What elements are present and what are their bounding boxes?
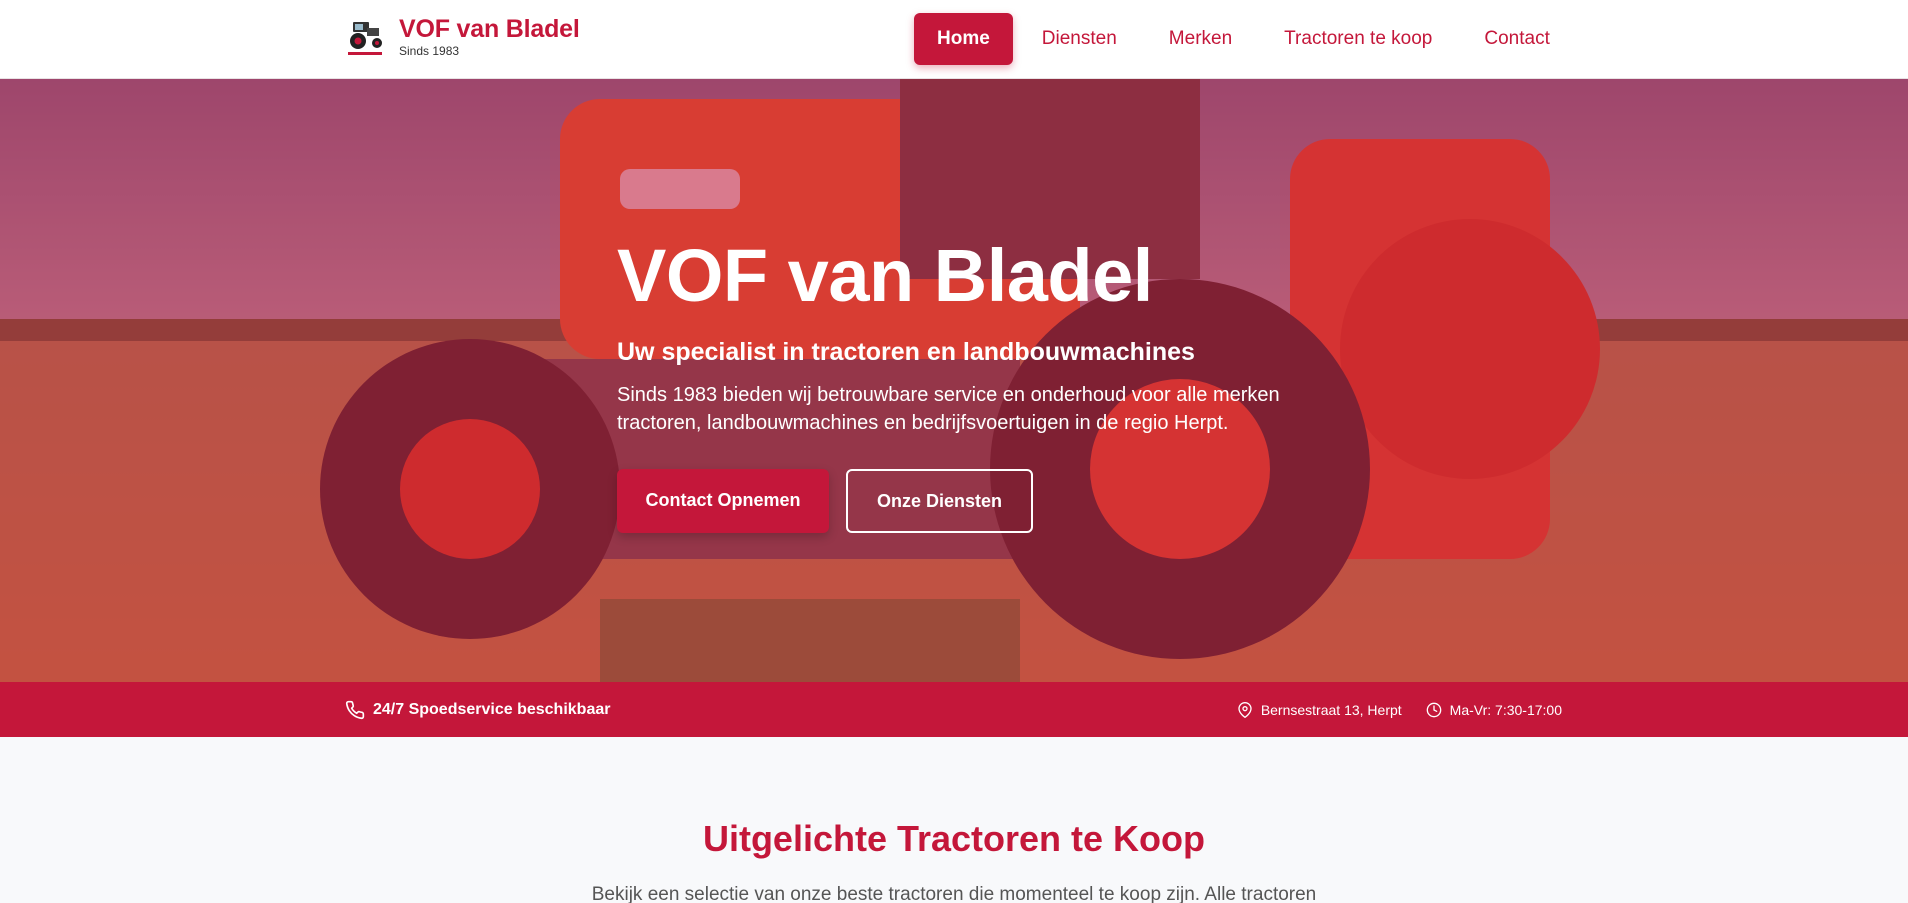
hero-title: VOF van Bladel bbox=[617, 234, 1153, 317]
nav-home[interactable]: Home bbox=[914, 13, 1013, 65]
map-pin-icon bbox=[1237, 701, 1253, 718]
hero-buttons: Contact Opnemen Onze Diensten bbox=[617, 469, 1337, 533]
nav-diensten[interactable]: Diensten bbox=[1019, 13, 1140, 65]
section-description: Bekijk een selectie van onze beste tract… bbox=[591, 884, 1317, 903]
hero-section: VOF van Bladel Uw specialist in tractore… bbox=[0, 79, 1908, 682]
section-title: Uitgelichte Tractoren te Koop bbox=[702, 818, 1206, 859]
site-header: VOF van Bladel Sinds 1983 Home Diensten … bbox=[0, 0, 1908, 79]
address-text: Bernsestraat 13, Herpt bbox=[1260, 701, 1402, 718]
nav-tractoren-te-koop[interactable]: Tractoren te koop bbox=[1261, 13, 1455, 65]
spoedservice-text: 24/7 Spoedservice beschikbaar bbox=[373, 700, 611, 718]
main-nav: Home Diensten Merken Tractoren te koop C… bbox=[914, 13, 1579, 65]
brand-name: VOF van Bladel bbox=[399, 15, 580, 43]
hero-content: VOF van Bladel Uw specialist in tractore… bbox=[617, 231, 1337, 533]
phone-icon bbox=[345, 700, 365, 720]
opening-hours-text: Ma-Vr: 7:30-17:00 bbox=[1449, 701, 1562, 718]
hero-description: Sinds 1983 bieden wij betrouwbare servic… bbox=[617, 384, 1280, 434]
onze-diensten-button[interactable]: Onze Diensten bbox=[846, 469, 1033, 533]
tractor-logo-icon bbox=[345, 14, 385, 58]
clock-icon bbox=[1426, 702, 1442, 718]
contact-opnemen-button[interactable]: Contact Opnemen bbox=[617, 469, 829, 533]
hero-subtitle: Uw specialist in tractoren en landbouwma… bbox=[617, 338, 1195, 366]
nav-contact[interactable]: Contact bbox=[1461, 13, 1572, 65]
info-bar: 24/7 Spoedservice beschikbaar Bernsestra… bbox=[0, 682, 1908, 737]
featured-tractors-section: Uitgelichte Tractoren te Koop Bekijk een… bbox=[0, 737, 1908, 903]
brand-tagline: Sinds 1983 bbox=[399, 44, 460, 58]
nav-merken[interactable]: Merken bbox=[1146, 13, 1255, 65]
brand-home-link[interactable]: VOF van Bladel Sinds 1983 bbox=[345, 14, 580, 58]
